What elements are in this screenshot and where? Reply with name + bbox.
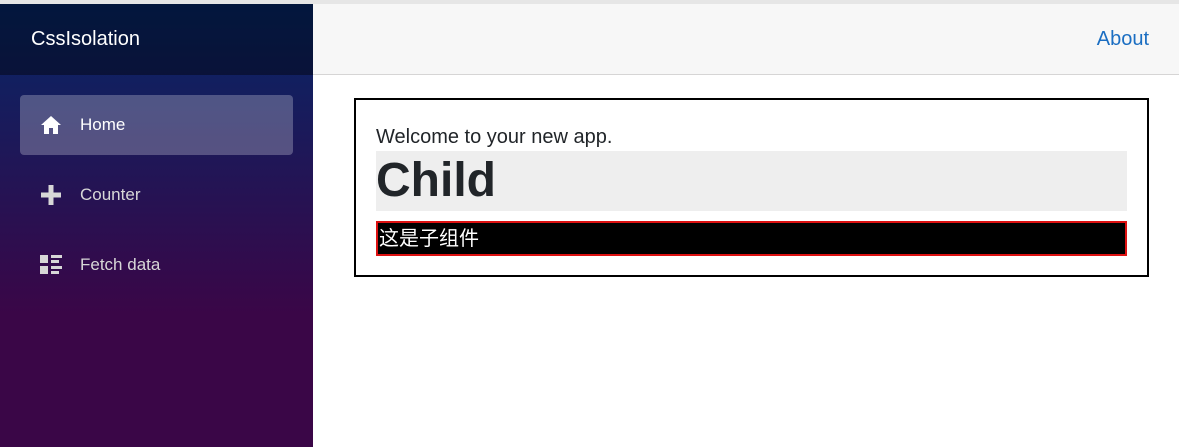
nav-item-label: Counter xyxy=(80,185,141,204)
child-component-text: 这是子组件 xyxy=(376,221,1127,256)
top-row: About xyxy=(313,4,1179,75)
about-link[interactable]: About xyxy=(1097,28,1149,51)
nav-item-label: Fetch data xyxy=(80,255,161,274)
content-box: Welcome to your new app. Child 这是子组件 xyxy=(354,98,1149,277)
nav-item-counter[interactable]: Counter xyxy=(20,165,293,225)
plus-icon xyxy=(39,184,63,206)
brand-bar: CssIsolation xyxy=(0,4,313,75)
nav-menu: Home Counter Fetch data xyxy=(0,75,313,295)
home-icon xyxy=(39,114,63,136)
app-brand[interactable]: CssIsolation xyxy=(31,28,140,51)
welcome-text: Welcome to your new app. xyxy=(376,126,613,148)
nav-item-home[interactable]: Home xyxy=(20,95,293,155)
list-rich-icon xyxy=(39,254,63,276)
nav-item-fetch-data[interactable]: Fetch data xyxy=(20,235,293,295)
sidebar: CssIsolation Home Counter Fetch data xyxy=(0,4,313,447)
nav-item-label: Home xyxy=(80,115,126,134)
child-heading: Child xyxy=(376,151,1127,211)
